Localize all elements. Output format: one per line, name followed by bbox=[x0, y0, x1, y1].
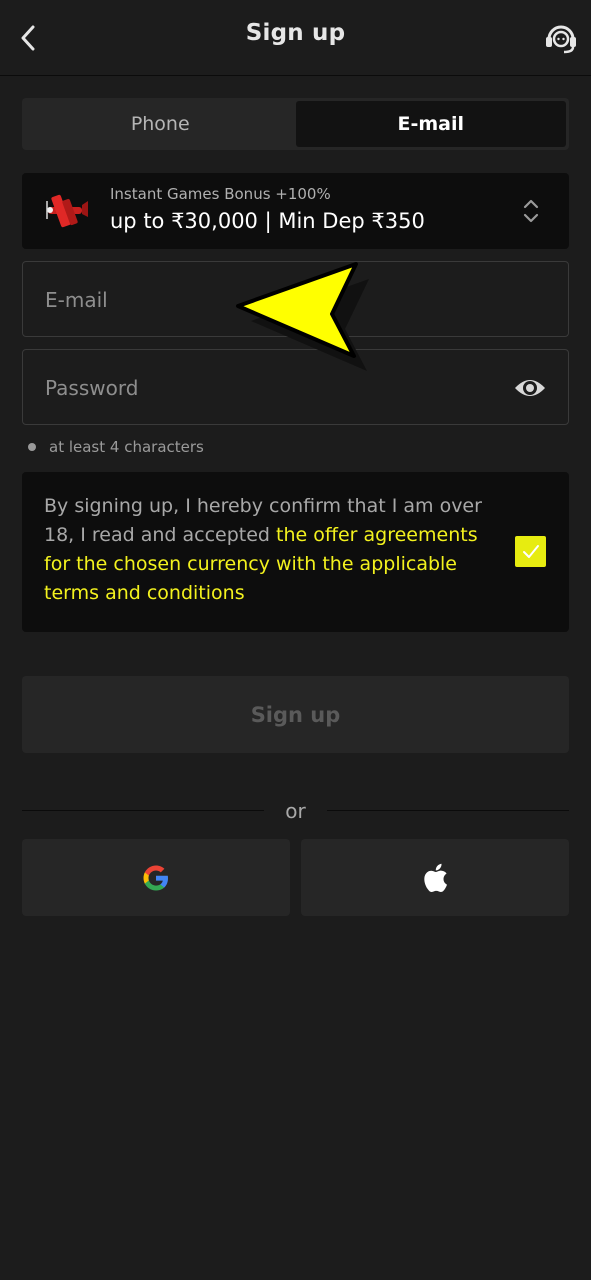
apple-signin-button[interactable] bbox=[301, 839, 569, 916]
google-icon bbox=[143, 865, 168, 890]
terms-box: By signing up, I hereby confirm that I a… bbox=[22, 472, 569, 632]
terms-text: By signing up, I hereby confirm that I a… bbox=[44, 492, 502, 608]
password-input[interactable] bbox=[43, 350, 507, 426]
divider-or-text: or bbox=[285, 799, 306, 823]
auth-method-tabs: Phone E-mail bbox=[22, 98, 569, 150]
page-title: Sign up bbox=[245, 20, 346, 46]
terms-checkbox[interactable] bbox=[515, 536, 546, 567]
bonus-title: up to ₹30,000 | Min Dep ₹350 bbox=[110, 209, 425, 233]
bullet-icon bbox=[28, 443, 36, 451]
email-input[interactable] bbox=[43, 262, 507, 338]
email-field-container bbox=[22, 261, 569, 338]
password-hint: at least 4 characters bbox=[28, 438, 204, 456]
plane-icon bbox=[46, 194, 88, 228]
divider-line-right bbox=[327, 810, 569, 811]
checkmark-icon bbox=[522, 544, 539, 558]
tab-phone[interactable]: Phone bbox=[25, 101, 296, 147]
password-field-container bbox=[22, 349, 569, 426]
bonus-subtitle: Instant Games Bonus +100% bbox=[110, 185, 331, 203]
apple-icon bbox=[424, 863, 447, 892]
signup-button[interactable]: Sign up bbox=[22, 676, 569, 753]
header: Sign up bbox=[0, 0, 591, 76]
signup-screen: Sign up Phone E-mail Instant Games Bonus… bbox=[0, 0, 591, 1280]
tab-email[interactable]: E-mail bbox=[295, 101, 566, 147]
divider-line-left bbox=[22, 810, 264, 811]
eye-icon[interactable] bbox=[514, 374, 546, 402]
headset-icon bbox=[546, 25, 576, 54]
password-hint-text: at least 4 characters bbox=[49, 438, 204, 456]
support-button[interactable] bbox=[541, 18, 581, 58]
google-signin-button[interactable] bbox=[22, 839, 290, 916]
bonus-selector[interactable]: Instant Games Bonus +100% up to ₹30,000 … bbox=[22, 173, 569, 249]
chevron-up-down-icon bbox=[523, 199, 539, 223]
